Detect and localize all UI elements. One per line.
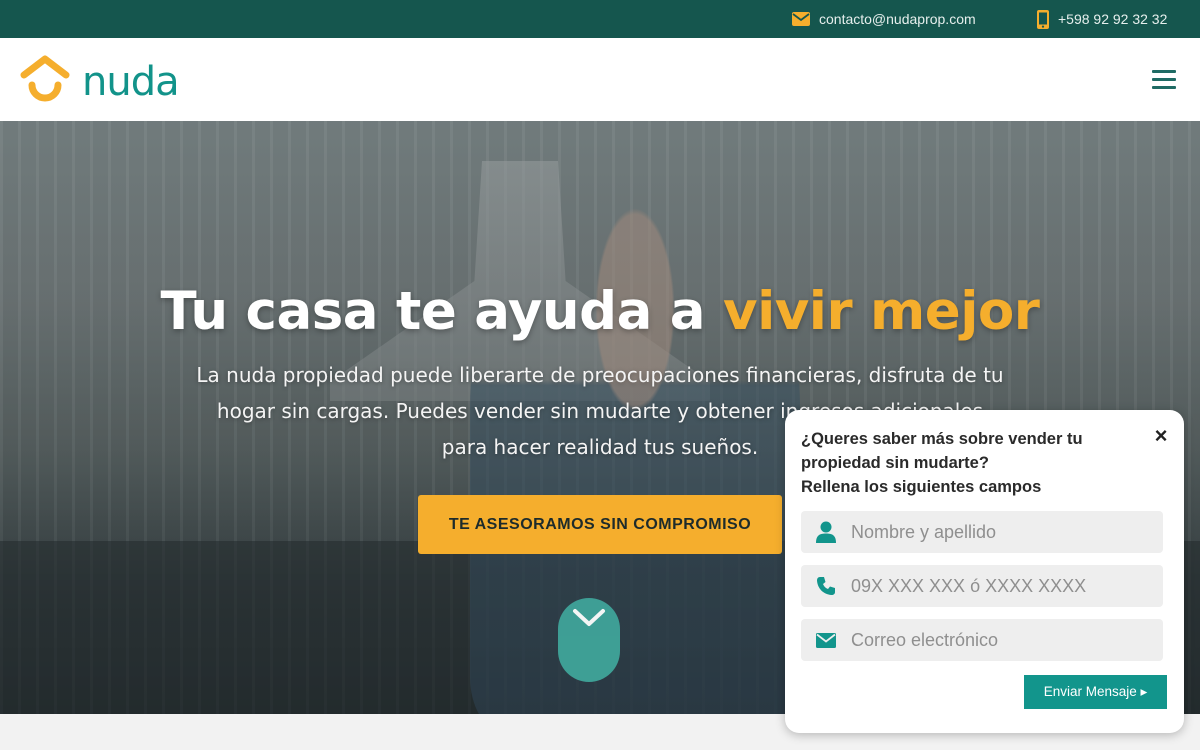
advice-cta-button[interactable]: TE ASESORAMOS SIN COMPROMISO bbox=[418, 495, 782, 554]
phone-field[interactable] bbox=[801, 565, 1163, 607]
hero-title-accent: vivir mejor bbox=[723, 281, 1040, 342]
top-contact-bar: contacto@nudaprop.com +598 92 92 32 32 bbox=[0, 0, 1200, 38]
close-icon[interactable]: × bbox=[1151, 425, 1171, 447]
envelope-icon bbox=[792, 12, 810, 26]
phone-input[interactable] bbox=[851, 575, 1151, 597]
name-input[interactable] bbox=[851, 521, 1151, 543]
logo[interactable]: nuda bbox=[20, 55, 180, 108]
email-field[interactable] bbox=[801, 619, 1163, 661]
popup-title-question: ¿Queres saber más sobre vender tu propie… bbox=[801, 430, 1083, 472]
envelope-icon bbox=[801, 632, 851, 648]
email-link[interactable]: contacto@nudaprop.com bbox=[792, 0, 976, 38]
phone-icon bbox=[801, 576, 851, 596]
house-logo-icon bbox=[20, 55, 70, 108]
hero-title: Tu casa te ayuda a vivir mejor bbox=[0, 281, 1200, 342]
email-input[interactable] bbox=[851, 629, 1151, 651]
popup-title: ¿Queres saber más sobre vender tu propie… bbox=[801, 427, 1146, 499]
name-field[interactable] bbox=[801, 511, 1163, 553]
send-message-button[interactable]: Enviar Mensaje ▸ bbox=[1024, 675, 1167, 709]
hero-title-main: Tu casa te ayuda a bbox=[160, 281, 724, 342]
scroll-down-button[interactable] bbox=[558, 598, 620, 682]
user-icon bbox=[801, 521, 851, 543]
email-text: contacto@nudaprop.com bbox=[819, 11, 976, 27]
popup-title-instruction: Rellena los siguientes campos bbox=[801, 478, 1042, 496]
chevron-down-icon bbox=[572, 608, 606, 682]
phone-link[interactable]: +598 92 92 32 32 bbox=[1037, 0, 1167, 38]
contact-popup: × ¿Queres saber más sobre vender tu prop… bbox=[785, 410, 1184, 733]
mobile-phone-icon bbox=[1037, 9, 1049, 29]
menu-hamburger-icon[interactable] bbox=[1150, 70, 1178, 92]
phone-text: +598 92 92 32 32 bbox=[1058, 11, 1168, 27]
site-header: nuda bbox=[0, 38, 1200, 121]
logo-text: nuda bbox=[82, 58, 180, 105]
